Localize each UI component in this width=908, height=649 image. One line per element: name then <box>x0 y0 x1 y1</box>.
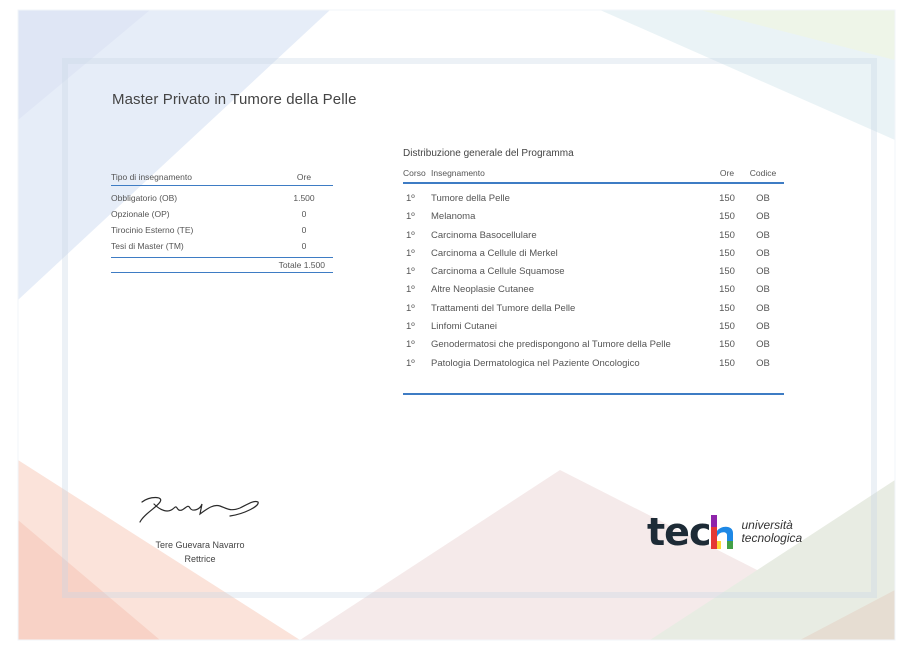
logo-subtitle: università tecnologica <box>741 519 802 545</box>
program-row-course: 1º <box>406 302 415 314</box>
program-row-subject: Patologia Dermatologica nel Paziente Onc… <box>431 357 640 369</box>
program-row-code: OB <box>756 357 770 369</box>
program-table: Distribuzione generale del Programma Cor… <box>403 148 784 395</box>
program-row-hours: 150 <box>719 339 735 351</box>
program-row-subject: Melanoma <box>431 211 476 223</box>
program-row: 1º Tumore della Pelle 150 OB <box>403 190 784 208</box>
program-row-subject: Genodermatosi che predispongono al Tumor… <box>431 339 671 351</box>
program-row: 1º Carcinoma a Cellule di Merkel 150 OB <box>403 245 784 263</box>
program-row-subject: Carcinoma a Cellule di Merkel <box>431 247 558 259</box>
program-row-subject: Tumore della Pelle <box>431 193 510 204</box>
program-row-subject: Trattamenti del Tumore della Pelle <box>431 302 576 314</box>
program-row-hours: 150 <box>719 302 735 314</box>
program-row: 1º Carcinoma a Cellule Squamose 150 OB <box>403 263 784 281</box>
program-row-code: OB <box>756 321 770 333</box>
program-header-code: Codice <box>749 168 777 178</box>
summary-row-value: 0 <box>301 241 307 251</box>
summary-row-label: Tirocinio Esterno (TE) <box>111 225 194 235</box>
logo-line2: tecnologica <box>741 531 803 545</box>
program-row-code: OB <box>756 247 770 259</box>
program-row: 1º Genodermatosi che predispongono al Tum… <box>403 336 784 354</box>
program-row-hours: 150 <box>719 321 735 333</box>
document-title: Master Privato in Tumore della Pelle <box>112 91 357 108</box>
program-row-code: OB <box>756 266 770 278</box>
program-row-subject: Carcinoma a Cellule Squamose <box>431 266 565 278</box>
summary-row-value: 0 <box>301 209 307 219</box>
program-header-subject: Insegnamento <box>431 168 485 178</box>
program-row-hours: 150 <box>719 229 735 241</box>
program-row-course: 1º <box>406 229 415 241</box>
signature-image <box>139 496 259 523</box>
summary-table: Tipo di insegnamento Ore Obbligatorio (O… <box>111 172 333 273</box>
program-row-hours: 150 <box>719 357 735 369</box>
program-row-code: OB <box>756 302 770 314</box>
program-row-hours: 150 <box>719 193 735 204</box>
program-row-code: OB <box>756 193 770 204</box>
signatory-role: Rettrice <box>184 554 216 564</box>
summary-row-label: Tesi di Master (TM) <box>111 241 184 251</box>
program-row-hours: 150 <box>719 284 735 296</box>
summary-row: Opzionale (OP) 0 <box>111 206 333 222</box>
program-row-course: 1º <box>406 284 415 296</box>
program-row-code: OB <box>756 339 770 351</box>
summary-row: Tesi di Master (TM) 0 <box>111 238 333 254</box>
summary-row: Tirocinio Esterno (TE) 0 <box>111 222 333 238</box>
program-header-course: Corso <box>403 168 426 178</box>
summary-header-type: Tipo di insegnamento <box>111 172 192 182</box>
program-header: Corso Insegnamento Ore Codice <box>403 168 784 184</box>
signatory-name: Tere Guevara Navarro <box>155 540 245 550</box>
logo-h-icon <box>711 515 734 549</box>
program-row-subject: Altre Neoplasie Cutanee <box>431 284 534 296</box>
program-header-hours: Ore <box>719 168 735 178</box>
program-row-hours: 150 <box>719 266 735 278</box>
program-row-course: 1º <box>406 357 415 369</box>
program-row-hours: 150 <box>719 211 735 223</box>
program-row-course: 1º <box>406 193 415 204</box>
program-row: 1º Trattamenti del Tumore della Pelle 150 O… <box>403 300 784 318</box>
program-bottom-rule <box>403 392 784 395</box>
summary-row-value: 0 <box>301 225 307 235</box>
program-row-course: 1º <box>406 321 415 333</box>
summary-header: Tipo di insegnamento Ore <box>111 172 333 186</box>
program-row-code: OB <box>756 284 770 296</box>
program-row: 1º Carcinoma Basocellulare 150 OB <box>403 227 784 245</box>
summary-row: Obbligatorio (OB) 1.500 <box>111 190 333 206</box>
program-row-code: OB <box>756 211 770 223</box>
summary-header-hours: Ore <box>296 172 312 182</box>
program-row: 1º Patologia Dermatologica nel Paziente O… <box>403 355 784 373</box>
program-row-course: 1º <box>406 247 415 259</box>
program-row: 1º Linfomi Cutanei 150 OB <box>403 318 784 336</box>
summary-row-label: Obbligatorio (OB) <box>111 193 178 203</box>
summary-row-label: Opzionale (OP) <box>111 209 170 219</box>
summary-total: Totale 1.500 <box>111 257 333 273</box>
logo-wordmark: tec <box>647 510 711 554</box>
program-row-course: 1º <box>406 266 415 278</box>
program-row: 1º Melanoma 150 OB <box>403 208 784 226</box>
program-row-hours: 150 <box>719 247 735 259</box>
program-row-course: 1º <box>406 211 415 223</box>
program-rows: 1º Tumore della Pelle 150 OB 1º Melanoma 150 OB… <box>403 184 784 373</box>
program-row-course: 1º <box>406 339 415 351</box>
program-title: Distribuzione generale del Programma <box>403 148 574 159</box>
program-row-subject: Linfomi Cutanei <box>431 321 498 333</box>
summary-row-value: 1.500 <box>293 193 315 203</box>
program-row-code: OB <box>756 229 770 241</box>
program-row-subject: Carcinoma Basocellulare <box>431 229 537 241</box>
program-row: 1º Altre Neoplasie Cutanee 150 OB <box>403 281 784 299</box>
signatory-block: Tere Guevara Navarro Rettrice <box>130 538 270 566</box>
tech-logo: tec università tecnologica <box>647 510 802 554</box>
